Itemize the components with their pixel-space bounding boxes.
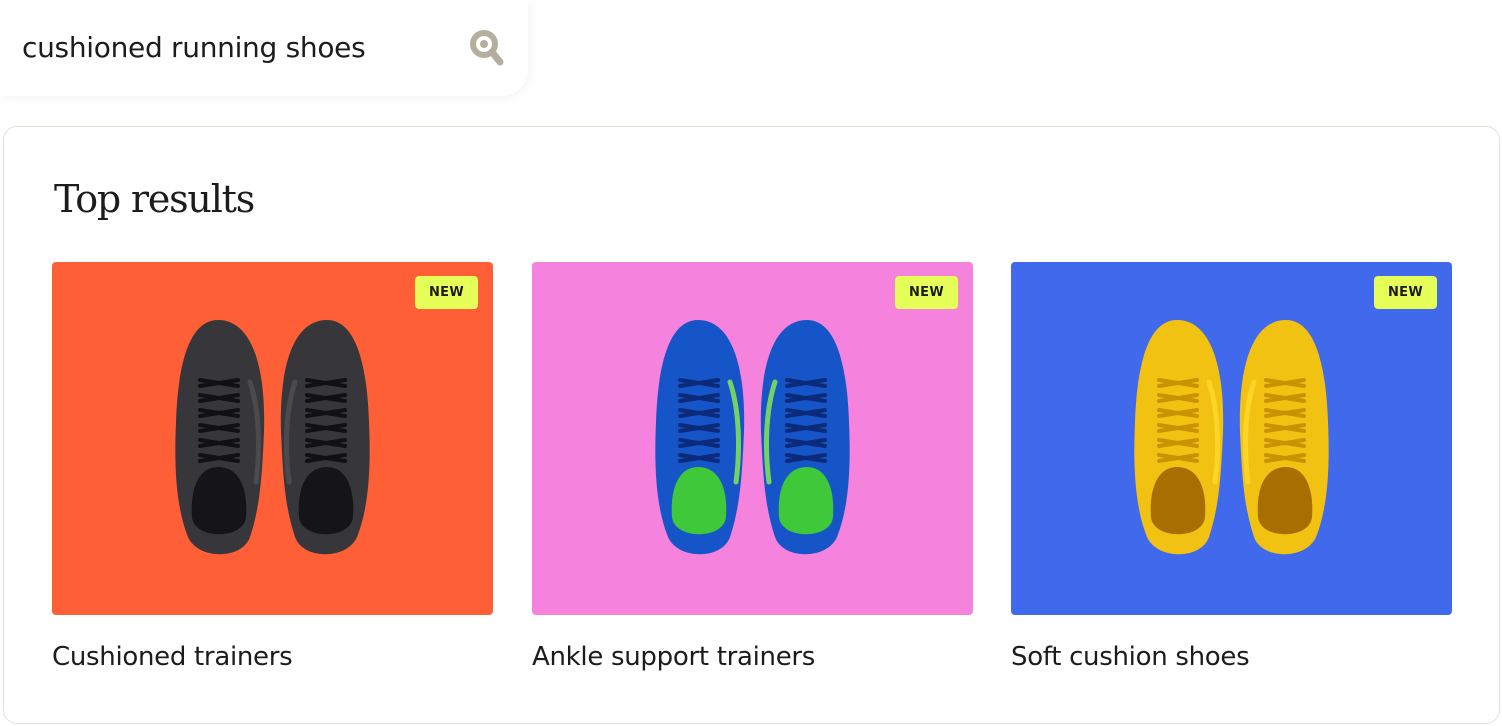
new-badge: NEW: [895, 276, 958, 309]
shoe: [1134, 320, 1224, 555]
product-title[interactable]: Cushioned trainers: [52, 642, 293, 672]
card-background: [532, 262, 973, 615]
shoe: [175, 320, 265, 555]
shoe-opening: [191, 467, 247, 535]
product-card-cushioned-trainers[interactable]: NEW Cushioned trainers: [52, 262, 493, 672]
product-image[interactable]: NEW: [1011, 262, 1452, 615]
search-icon[interactable]: [466, 26, 510, 70]
shoe-opening: [1257, 467, 1313, 535]
search-input[interactable]: [22, 27, 442, 67]
shoe-opening: [1150, 467, 1206, 535]
shoes-image: [52, 262, 493, 615]
shoe-opening: [298, 467, 354, 535]
shoe-opening: [778, 467, 834, 535]
shoe: [655, 320, 745, 555]
product-title[interactable]: Soft cushion shoes: [1011, 642, 1250, 672]
new-badge: NEW: [1374, 276, 1437, 309]
shoes-image: [1011, 262, 1452, 615]
shoes-image: [532, 262, 973, 615]
product-image[interactable]: NEW: [532, 262, 973, 615]
results-panel: Top results NEW Cushioned trainers NEW A…: [3, 126, 1500, 724]
shoe-opening: [671, 467, 727, 535]
shoe: [280, 320, 370, 555]
shoe: [760, 320, 850, 555]
product-image[interactable]: NEW: [52, 262, 493, 615]
results-heading: Top results: [54, 177, 255, 221]
product-card-soft-cushion-shoes[interactable]: NEW Soft cushion shoes: [1011, 262, 1452, 672]
card-background: [52, 262, 493, 615]
new-badge: NEW: [415, 276, 478, 309]
search-bar: [0, 0, 528, 96]
product-title[interactable]: Ankle support trainers: [532, 642, 815, 672]
product-card-ankle-support-trainers[interactable]: NEW Ankle support trainers: [532, 262, 973, 672]
card-background: [1011, 262, 1452, 615]
shoe: [1239, 320, 1329, 555]
